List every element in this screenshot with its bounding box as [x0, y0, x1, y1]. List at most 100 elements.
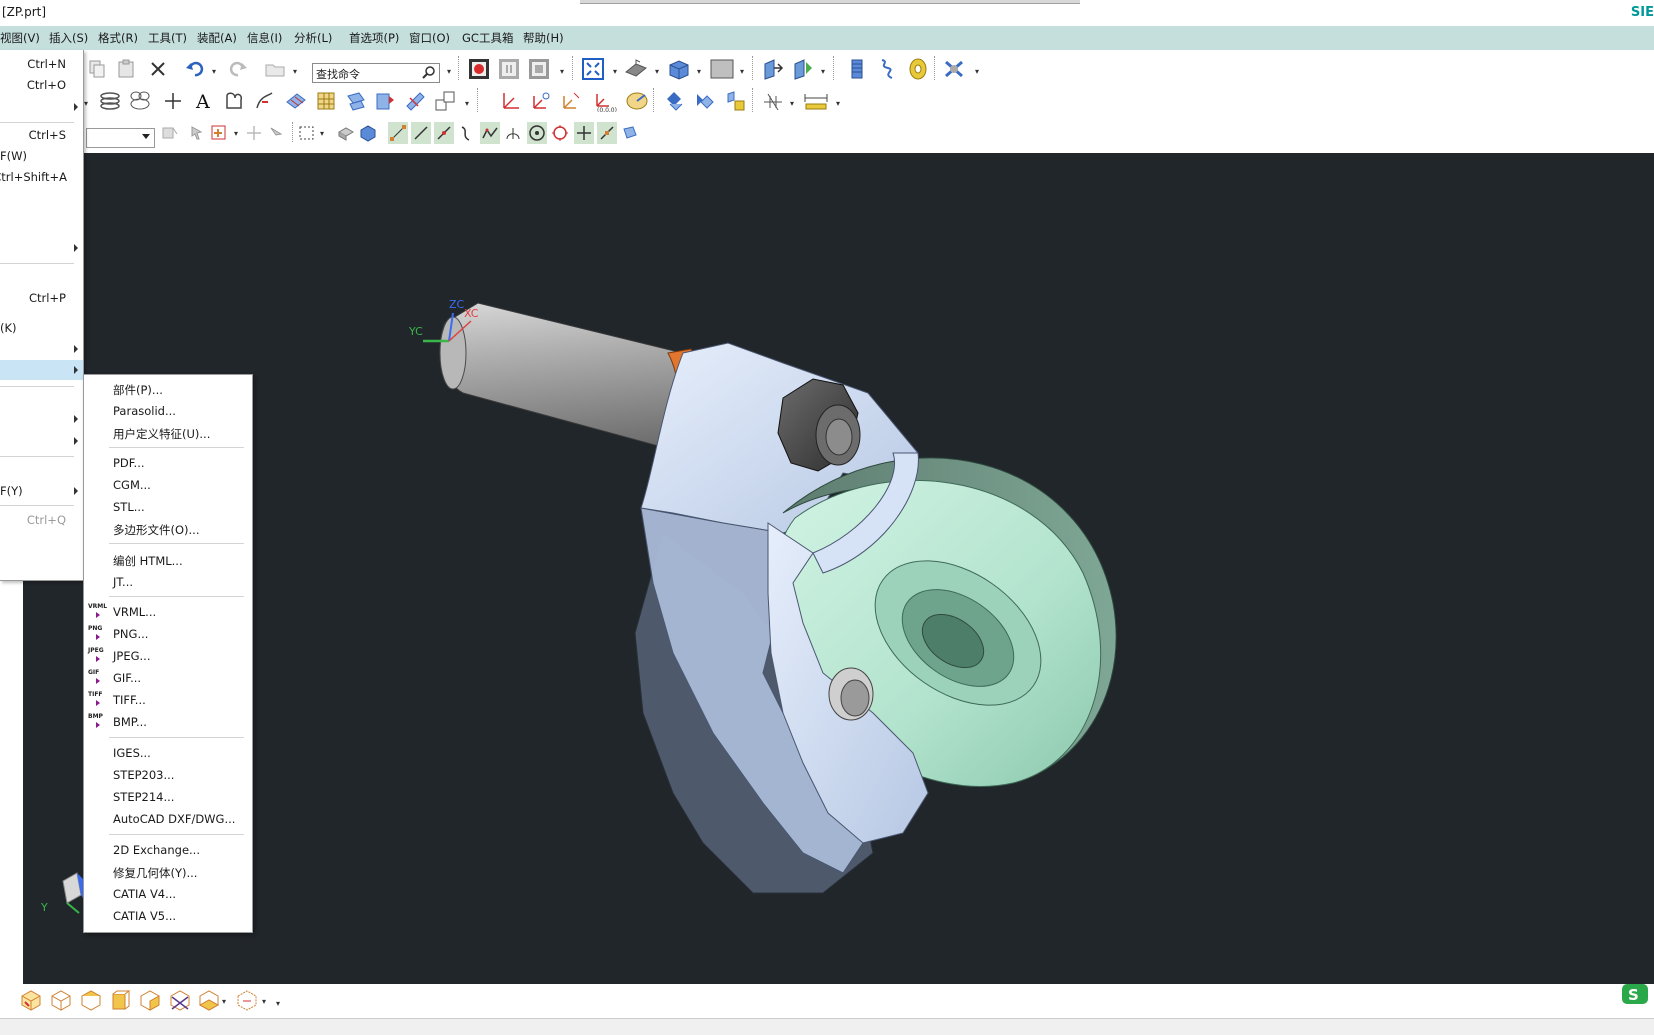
thicken-icon[interactable]	[372, 88, 398, 114]
undo-dropdown-icon[interactable]: ▾	[212, 68, 220, 76]
select-intent-icon[interactable]	[266, 122, 286, 144]
measure-distance-icon[interactable]	[803, 88, 829, 114]
export-jpeg-item[interactable]: JPEG JPEG...	[84, 646, 252, 666]
coil-icon[interactable]	[97, 88, 123, 114]
model-scene[interactable]: YC ZC XC Y	[23, 153, 1654, 984]
menu-analysis[interactable]: 分析(L)	[294, 30, 332, 46]
delete-icon[interactable]	[145, 56, 171, 82]
menu-preferences[interactable]: 首选项(P)	[349, 30, 399, 46]
snap-endpoint-icon[interactable]	[388, 122, 408, 144]
export-bmp-item[interactable]: BMP BMP...	[84, 712, 252, 732]
fastener-icon[interactable]	[941, 56, 967, 82]
menu-item-save-work[interactable]: F(W)	[0, 146, 83, 166]
render-style-icon[interactable]	[666, 56, 692, 82]
menu-item-recent[interactable]	[0, 97, 83, 117]
view-dropdown-icon[interactable]: ▾	[613, 68, 621, 76]
snap-quadrant-icon[interactable]	[550, 122, 570, 144]
snap-intersection-icon[interactable]	[480, 122, 500, 144]
export-part-item[interactable]: 部件(P)...	[84, 379, 252, 399]
wcs-display-icon[interactable]	[624, 88, 650, 114]
export-vrml-item[interactable]: VRML VRML...	[84, 602, 252, 622]
washer-icon[interactable]	[905, 56, 931, 82]
snap-control-icon[interactable]	[434, 122, 454, 144]
export-iges-item[interactable]: IGES...	[84, 743, 252, 763]
export-step214-item[interactable]: STEP214...	[84, 787, 252, 807]
export-2d-exchange-item[interactable]: 2D Exchange...	[84, 840, 252, 860]
menu-window[interactable]: 窗口(O)	[409, 30, 450, 46]
view-isometric-icon[interactable]	[48, 987, 74, 1013]
body-select-icon[interactable]	[358, 122, 378, 144]
sweep-icon[interactable]	[343, 88, 369, 114]
offset-dropdown-icon[interactable]: ▾	[465, 100, 473, 108]
constraint-icon[interactable]	[662, 88, 688, 114]
menu-item-import[interactable]	[0, 339, 83, 359]
export-catia-v5-item[interactable]: CATIA V5...	[84, 906, 252, 926]
select-filter-icon[interactable]	[160, 122, 180, 144]
render-dropdown-icon[interactable]: ▾	[697, 68, 705, 76]
menu-tools[interactable]: 工具(T)	[148, 30, 187, 46]
menu-item-close[interactable]	[0, 238, 83, 258]
undo-icon[interactable]	[182, 56, 208, 82]
measure-dropdown-icon[interactable]: ▾	[790, 100, 798, 108]
pause-macro-icon[interactable]	[496, 56, 522, 82]
view-dropdown-icon[interactable]: ▾	[222, 998, 230, 1006]
pattern-icon[interactable]	[127, 88, 153, 114]
redo-icon[interactable]	[225, 56, 251, 82]
export-udf-item[interactable]: 用户定义特征(U)...	[84, 423, 252, 443]
stop-macro-icon[interactable]	[526, 56, 552, 82]
snap-center-icon[interactable]	[527, 122, 547, 144]
menu-item-print[interactable]: Ctrl+P	[0, 288, 83, 308]
menu-item-save[interactable]: Ctrl+S	[0, 125, 83, 145]
export-html-item[interactable]: 编创 HTML...	[84, 550, 252, 570]
rect-select-icon[interactable]	[297, 122, 317, 144]
view-back-icon[interactable]	[234, 987, 260, 1013]
export-repair-geometry-item[interactable]: 修复几何体(Y)...	[84, 862, 252, 882]
view-back-dropdown-icon[interactable]: ▾	[262, 998, 270, 1006]
copy-icon[interactable]	[84, 56, 110, 82]
menu-item-exit[interactable]: Ctrl+Q	[0, 510, 83, 530]
select-add-icon[interactable]	[209, 122, 229, 144]
view-top-icon[interactable]	[78, 987, 104, 1013]
toolbar-overflow-icon[interactable]: ▾	[276, 1000, 284, 1008]
assembly-component-icon[interactable]	[722, 88, 748, 114]
surface-icon[interactable]	[283, 88, 309, 114]
text-icon[interactable]: A	[190, 88, 216, 114]
snap-on-curve-icon[interactable]	[597, 122, 617, 144]
csys-origin-icon[interactable]: (0,0,0)	[591, 88, 617, 114]
background-dropdown-icon[interactable]: ▾	[740, 68, 748, 76]
extrude-curve-icon[interactable]	[252, 88, 278, 114]
measure-angle-icon[interactable]	[760, 88, 786, 114]
view-bottom-icon[interactable]	[196, 987, 222, 1013]
offset-icon[interactable]	[432, 88, 458, 114]
menu-insert[interactable]: 插入(S)	[49, 30, 88, 46]
csys-rotate-icon[interactable]	[528, 88, 554, 114]
orient-view-icon[interactable]	[623, 56, 649, 82]
open-dropdown-icon[interactable]: ▾	[293, 68, 301, 76]
orient-dropdown-icon[interactable]: ▾	[655, 68, 663, 76]
snap-tangent-icon[interactable]	[503, 122, 523, 144]
section-dropdown-icon[interactable]: ▾	[821, 68, 829, 76]
clip-section-icon[interactable]	[790, 56, 816, 82]
export-png-item[interactable]: PNG PNG...	[84, 624, 252, 644]
selection-filter-combo[interactable]	[86, 128, 155, 148]
menu-gc-toolbox[interactable]: GC工具箱	[462, 30, 513, 46]
background-icon[interactable]	[709, 56, 735, 82]
select-arrow-icon[interactable]	[188, 122, 208, 144]
snap-point-icon[interactable]	[574, 122, 594, 144]
move-component-icon[interactable]	[692, 88, 718, 114]
spring-icon[interactable]	[874, 56, 900, 82]
rect-select-dropdown-icon[interactable]: ▾	[320, 130, 328, 138]
export-stl-item[interactable]: STL...	[84, 497, 252, 517]
menu-item-properties[interactable]	[0, 431, 83, 451]
distance-dropdown-icon[interactable]: ▾	[836, 100, 844, 108]
component-select-icon[interactable]	[336, 122, 356, 144]
menu-item-open[interactable]: Ctrl+O	[0, 75, 83, 95]
sketch-icon[interactable]	[221, 88, 247, 114]
export-step203-item[interactable]: STEP203...	[84, 765, 252, 785]
paste-icon[interactable]	[113, 56, 139, 82]
menu-item-k[interactable]: (K)	[0, 318, 83, 338]
export-dxf-item[interactable]: AutoCAD DXF/DWG...	[84, 809, 252, 829]
menu-view[interactable]: 视图(V)	[0, 30, 40, 46]
view-left-icon[interactable]	[167, 987, 193, 1013]
trim-icon[interactable]	[402, 88, 428, 114]
